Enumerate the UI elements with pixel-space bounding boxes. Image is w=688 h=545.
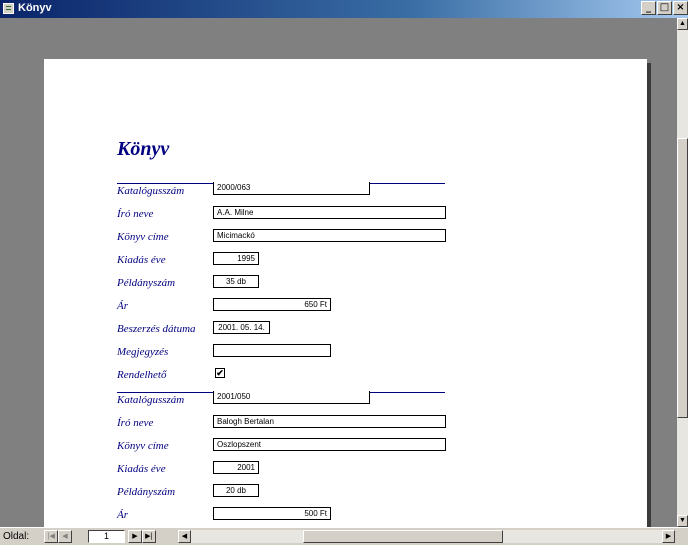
field-katalogusszam: 2001/050 [213, 391, 370, 404]
label-katalogusszam: Katalógusszám [117, 394, 185, 406]
label-ar: Ár [117, 509, 128, 521]
title-bar: Könyv _ □ × [0, 0, 688, 18]
label-peldanyszam: Példányszám [117, 486, 176, 498]
previous-page-button[interactable]: ◀ [58, 530, 72, 543]
scroll-up-arrow-icon[interactable]: ▲ [677, 18, 688, 30]
report-icon [3, 3, 14, 14]
window-title: Könyv [18, 2, 52, 14]
label-ar: Ár [117, 300, 128, 312]
horizontal-scrollbar[interactable]: ◀ ▶ [178, 530, 675, 543]
scroll-down-arrow-icon[interactable]: ▼ [677, 515, 688, 527]
label-konyv-cime: Könyv címe [117, 231, 169, 243]
field-ar: 500 Ft [213, 507, 331, 520]
rendelheto-checkbox: ✔ [215, 368, 225, 378]
restore-button[interactable]: □ [657, 1, 672, 15]
label-iro-neve: Író neve [117, 417, 154, 429]
horizontal-scroll-thumb[interactable] [303, 530, 503, 543]
field-konyv-cime: Oszlopszent [213, 438, 446, 451]
scroll-right-arrow-icon[interactable]: ▶ [662, 530, 675, 543]
label-kiadas-eve: Kiadás éve [117, 463, 166, 475]
field-peldanyszam: 20 db [213, 484, 259, 497]
last-page-button[interactable]: ▶| [142, 530, 156, 543]
field-konyv-cime: Micimackó [213, 229, 446, 242]
field-megjegyzes [213, 344, 331, 357]
field-iro-neve: A.A. Milne [213, 206, 446, 219]
close-button[interactable]: × [673, 1, 688, 15]
field-kiadas-eve: 1995 [213, 252, 259, 265]
field-ar: 650 Ft [213, 298, 331, 311]
label-kiadas-eve: Kiadás éve [117, 254, 166, 266]
label-beszerzes-datuma: Beszerzés dátuma [117, 323, 196, 335]
navigation-bar: Oldal: |◀ ◀ 1 ▶ ▶| ◀ ▶ [0, 527, 688, 545]
report-title: Könyv [117, 138, 170, 160]
label-iro-neve: Író neve [117, 208, 154, 220]
vertical-scrollbar[interactable]: ▲ ▼ [677, 18, 688, 527]
first-page-button[interactable]: |◀ [44, 530, 58, 543]
label-katalogusszam: Katalógusszám [117, 185, 185, 197]
label-megjegyzes: Megjegyzés [117, 346, 169, 358]
page-label: Oldal: [3, 531, 30, 542]
next-page-button[interactable]: ▶ [128, 530, 142, 543]
label-peldanyszam: Példányszám [117, 277, 176, 289]
field-beszerzes-datuma: 2001. 05. 14. [213, 321, 270, 334]
scroll-left-arrow-icon[interactable]: ◀ [178, 530, 191, 543]
field-iro-neve: Balogh Bertalan [213, 415, 446, 428]
page-number-input[interactable]: 1 [88, 530, 125, 543]
field-peldanyszam: 35 db [213, 275, 259, 288]
label-konyv-cime: Könyv címe [117, 440, 169, 452]
field-katalogusszam: 2000/063 [213, 182, 370, 195]
vertical-scroll-thumb[interactable] [677, 138, 688, 418]
label-rendelheto: Rendelhető [117, 369, 167, 381]
field-kiadas-eve: 2001 [213, 461, 259, 474]
minimize-button[interactable]: _ [641, 1, 656, 15]
